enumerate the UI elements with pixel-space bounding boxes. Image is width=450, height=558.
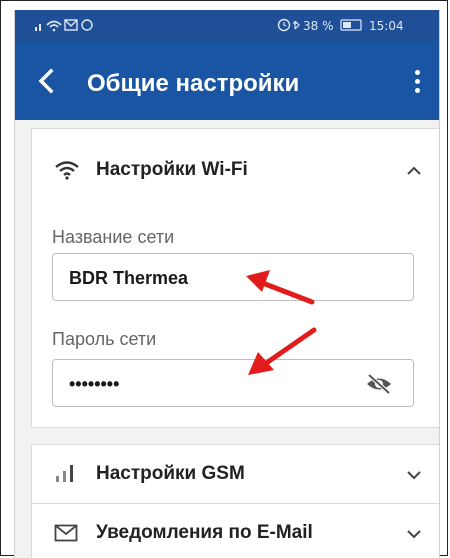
network-name-label: Название сети (52, 227, 175, 247)
hide-password-icon[interactable] (365, 372, 393, 396)
status-left-icons (35, 18, 105, 36)
network-password-value: •••••••• (69, 374, 120, 394)
network-name-value: BDR Thermea (69, 268, 189, 288)
email-notifications-card[interactable]: Уведомления по E-Mail (31, 504, 439, 558)
network-name-input[interactable]: BDR Thermea (52, 253, 414, 301)
network-password-input[interactable]: •••••••• (52, 359, 414, 407)
signal-bars-icon (56, 465, 73, 482)
app-bar: Общие настройки (15, 42, 439, 120)
back-arrow-icon[interactable] (33, 66, 63, 96)
phone-screen: 38 % 15:04 Общие настройки Настройки Wi-… (14, 10, 440, 558)
wifi-section-title[interactable]: Настройки Wi-Fi (96, 159, 248, 181)
page-title: Общие настройки (87, 70, 300, 97)
mail-icon (54, 524, 78, 542)
wifi-icon (55, 161, 79, 180)
chevron-down-icon[interactable] (406, 470, 422, 480)
network-password-label: Пароль сети (52, 329, 157, 349)
gsm-settings-card[interactable]: Настройки GSM (31, 444, 439, 504)
status-right: 38 % 15:04 (277, 18, 427, 36)
svg-text:15:04: 15:04 (369, 19, 404, 32)
chevron-up-icon[interactable] (406, 165, 422, 175)
status-bar: 38 % 15:04 (15, 10, 439, 42)
email-section-title: Уведомления по E-Mail (96, 522, 313, 543)
status-right-icons: 38 % 15:04 (277, 18, 404, 33)
wifi-settings-card: Настройки Wi-Fi Название сети BDR Therme… (31, 128, 439, 428)
svg-text:38 %: 38 % (303, 19, 334, 32)
signal-wifi-icons (35, 19, 93, 32)
overflow-menu-icon[interactable] (413, 70, 421, 94)
gsm-section-title: Настройки GSM (96, 463, 245, 484)
chevron-down-icon[interactable] (406, 529, 422, 539)
